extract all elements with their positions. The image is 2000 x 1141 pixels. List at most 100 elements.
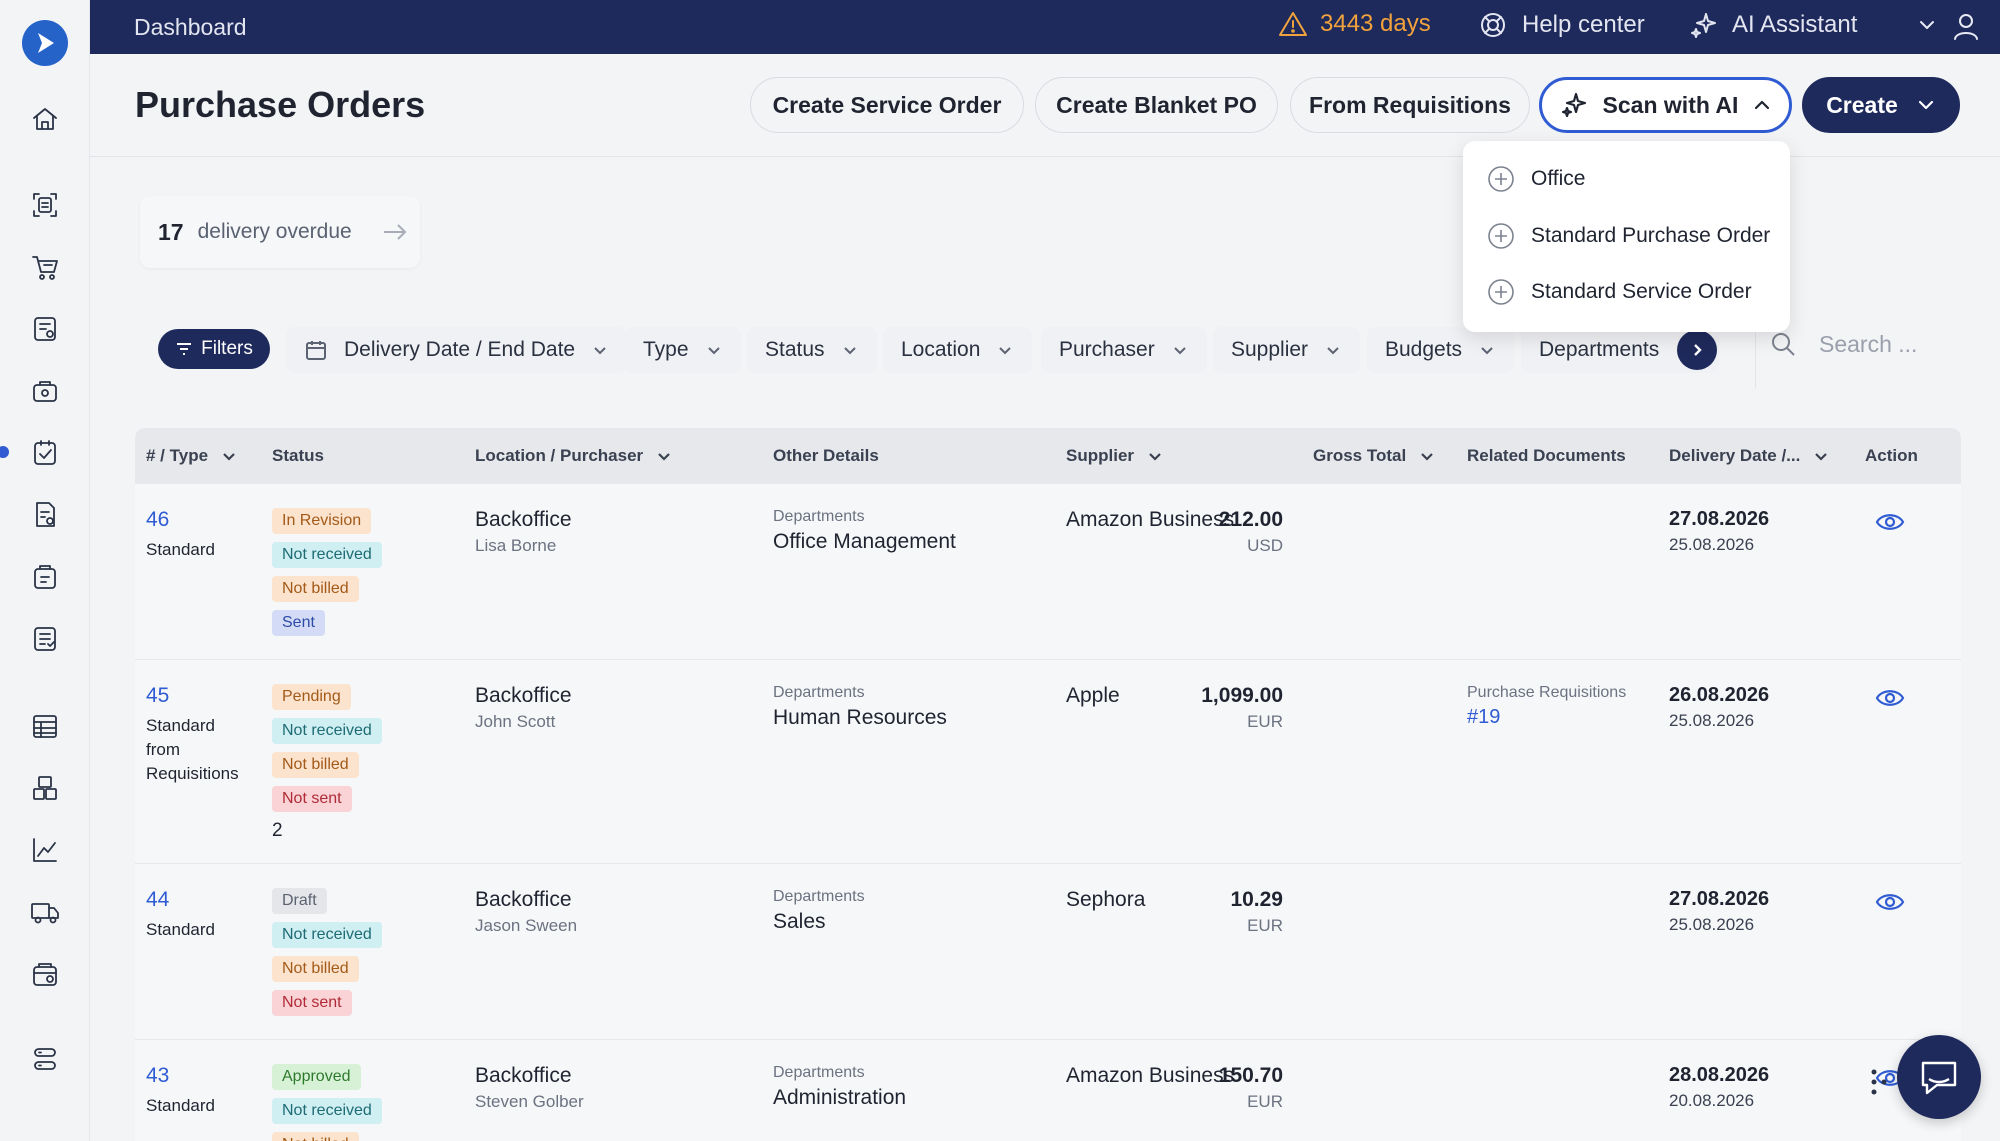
delivery-date: 27.08.2026 — [1669, 888, 1770, 910]
help-center-link[interactable]: Help center — [1478, 10, 1645, 40]
column-header-supplier[interactable]: Supplier — [1066, 428, 1164, 484]
analytics-icon[interactable] — [26, 831, 64, 869]
receipts-icon[interactable] — [26, 496, 64, 534]
view-eye-icon[interactable] — [1875, 686, 1905, 715]
home-icon[interactable] — [26, 100, 64, 138]
dropdown-item-standard-purchase-order[interactable]: Standard Purchase Order — [1487, 220, 1770, 252]
po-number-link[interactable]: 44 — [146, 888, 251, 912]
location: Backoffice — [475, 508, 572, 531]
scan-document-icon[interactable] — [26, 186, 64, 224]
create-dropdown-menu: Office Standard Purchase Order Standard … — [1463, 141, 1790, 332]
view-eye-icon[interactable] — [1875, 510, 1905, 539]
filter-type[interactable]: Type — [625, 327, 741, 373]
chevron-up-icon — [1755, 100, 1770, 110]
create-button[interactable]: Create — [1802, 77, 1960, 133]
search-box — [1769, 330, 1959, 358]
status-badge: Not received — [272, 718, 382, 744]
chevron-down-icon — [843, 347, 856, 355]
cart-icon[interactable] — [26, 248, 64, 286]
dropdown-item-office[interactable]: Office — [1487, 163, 1585, 195]
filter-supplier[interactable]: Supplier — [1213, 327, 1361, 373]
requisition-icon[interactable] — [26, 310, 64, 348]
scan-with-ai-label: Scan with AI — [1602, 91, 1739, 118]
drag-handle-icon[interactable] — [1870, 1068, 1888, 1101]
po-number-link[interactable]: 46 — [146, 508, 251, 532]
purchaser: Jason Sween — [475, 916, 578, 935]
department-value: Sales — [773, 910, 826, 933]
status-badge: Not received — [272, 542, 382, 568]
trial-days: 3443 days — [1320, 10, 1431, 37]
chevron-down-icon — [658, 453, 670, 461]
inventory-icon[interactable] — [26, 769, 64, 807]
from-requisitions-button[interactable]: From Requisitions — [1290, 77, 1530, 133]
related-document-link[interactable]: #19 — [1467, 706, 1652, 729]
gross-amount: 1,099.00 — [1201, 684, 1283, 707]
budgets-icon[interactable] — [26, 707, 64, 745]
filter-label: Status — [765, 338, 825, 361]
table-row[interactable]: 43 Standard Approved Not received Not bi… — [135, 1040, 1961, 1141]
search-input[interactable] — [1819, 330, 1959, 358]
user-avatar-icon[interactable] — [1950, 10, 1982, 47]
ai-assistant-button[interactable]: AI Assistant — [1688, 10, 1857, 40]
column-header-label: # / Type — [146, 446, 209, 465]
related-document-type: Purchase Requisitions — [1467, 684, 1627, 701]
po-type: Standard — [146, 540, 215, 559]
column-header-number-type[interactable]: # / Type — [146, 428, 238, 484]
location: Backoffice — [475, 888, 572, 911]
chevron-down-icon[interactable] — [1916, 14, 1938, 41]
settings-stack-icon[interactable] — [26, 1040, 64, 1078]
status-badge: Sent — [272, 610, 325, 636]
table-row[interactable]: 46 Standard In Revision Not received Not… — [135, 484, 1961, 660]
filter-budgets[interactable]: Budgets — [1367, 327, 1515, 373]
column-header-action: Action — [1865, 428, 1918, 484]
filter-status[interactable]: Status — [747, 327, 877, 373]
po-number-link[interactable]: 45 — [146, 684, 251, 708]
location: Backoffice — [475, 684, 572, 707]
purchase-orders-icon[interactable] — [26, 434, 64, 472]
department-label: Departments — [773, 1064, 865, 1081]
contracts-icon[interactable] — [26, 620, 64, 658]
filter-delivery-date[interactable]: Delivery Date / End Date — [286, 327, 628, 373]
create-label: Create — [1826, 91, 1898, 118]
filters-button[interactable]: Filters — [158, 329, 270, 369]
column-header-location[interactable]: Location / Purchaser — [475, 428, 673, 484]
invoices-icon[interactable] — [26, 558, 64, 596]
department-label: Departments — [773, 508, 865, 525]
create-blanket-po-button[interactable]: Create Blanket PO — [1035, 77, 1278, 133]
trial-warning[interactable]: 3443 days — [1278, 10, 1431, 38]
chevron-down-icon — [594, 347, 606, 355]
filter-location[interactable]: Location — [883, 327, 1033, 373]
chat-button[interactable] — [1897, 1035, 1981, 1119]
table-header: # / Type Status Location / Purchaser Oth… — [135, 428, 1961, 484]
column-header-status: Status — [272, 428, 324, 484]
table-row[interactable]: 44 Standard Draft Not received Not bille… — [135, 864, 1961, 1040]
status-badge: Pending — [272, 684, 351, 710]
create-service-order-button[interactable]: Create Service Order — [750, 77, 1024, 133]
overdue-card[interactable]: 17 delivery overdue — [140, 196, 420, 268]
dropdown-item-label: Office — [1531, 167, 1586, 190]
view-eye-icon[interactable] — [1875, 890, 1905, 919]
ai-assistant-label: AI Assistant — [1732, 11, 1858, 38]
breadcrumb[interactable]: Dashboard — [134, 14, 247, 41]
column-header-label: Related Documents — [1467, 446, 1626, 465]
approvals-icon[interactable] — [26, 372, 64, 410]
delivery-truck-icon[interactable] — [26, 893, 64, 931]
sidebar — [0, 0, 90, 1141]
delivery-date: 27.08.2026 — [1669, 508, 1770, 530]
table-row[interactable]: 45 Standard from Requisitions Pending No… — [135, 660, 1961, 864]
column-header-delivery-date[interactable]: Delivery Date /... — [1669, 428, 1830, 484]
filter-label: Budgets — [1385, 338, 1463, 361]
po-number-link[interactable]: 43 — [146, 1064, 251, 1088]
filter-purchaser[interactable]: Purchaser — [1041, 327, 1207, 373]
scan-with-ai-button[interactable]: Scan with AI — [1539, 77, 1792, 133]
column-header-label: Gross Total — [1313, 446, 1407, 465]
active-nav-indicator — [0, 446, 9, 458]
catalog-icon[interactable] — [26, 955, 64, 993]
filters-scroll-right-button[interactable] — [1677, 330, 1717, 370]
app-logo-icon[interactable] — [22, 20, 68, 66]
chevron-down-icon — [1815, 453, 1828, 461]
column-header-gross-total[interactable]: Gross Total — [1313, 428, 1436, 484]
order-date: 20.08.2026 — [1669, 1091, 1755, 1110]
add-circle-icon — [1488, 279, 1514, 305]
dropdown-item-standard-service-order[interactable]: Standard Service Order — [1487, 276, 1752, 308]
